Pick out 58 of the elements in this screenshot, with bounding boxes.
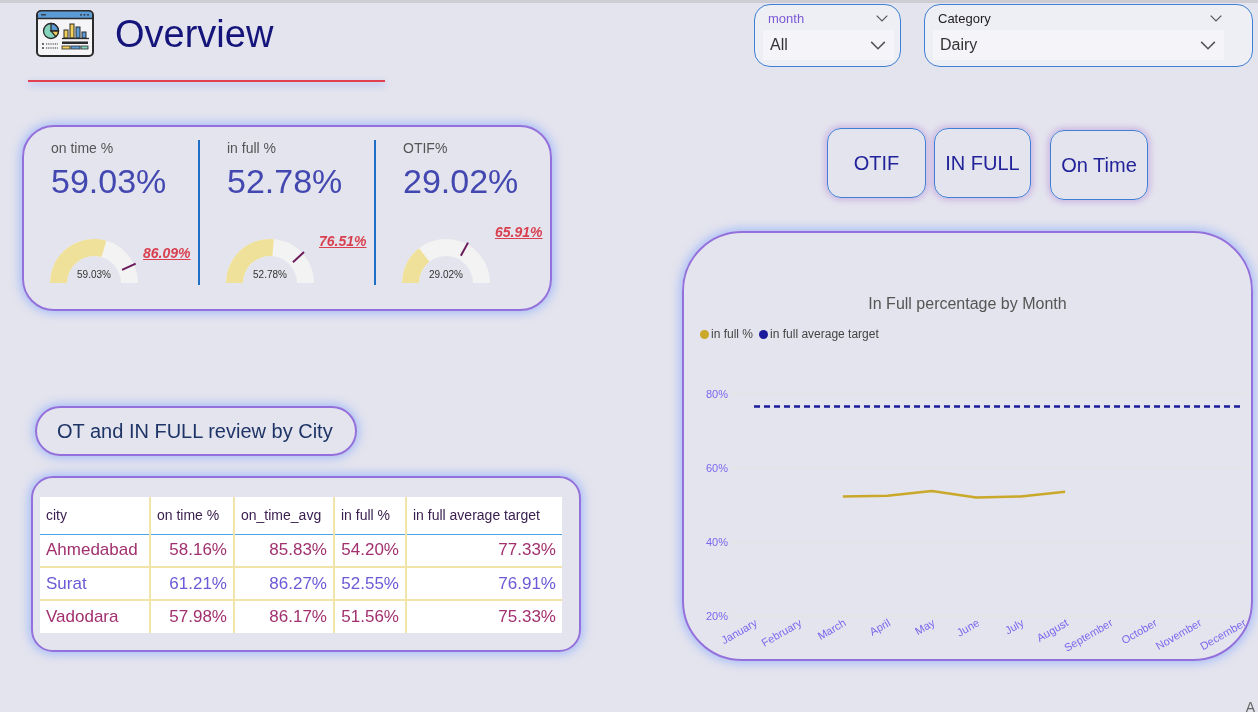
gauge-value: 29.02% — [429, 269, 463, 281]
y-axis-label: 20% — [705, 610, 728, 622]
table-cell: 58.16% — [150, 534, 234, 567]
table-cell: 61.21% — [150, 567, 234, 600]
table-cell: 85.83% — [234, 534, 334, 567]
dropdown[interactable]: All — [763, 30, 894, 60]
table-cell: 86.27% — [234, 567, 334, 600]
x-axis-label: May — [912, 616, 937, 638]
table-cell: 75.33% — [406, 600, 562, 633]
kpi-value: 29.02% — [403, 161, 519, 201]
table-cell: Ahmedabad — [40, 534, 150, 567]
table-cell: Vadodara — [40, 600, 150, 633]
legend-label: in full average target — [770, 327, 879, 341]
column-header: in full average target — [406, 497, 562, 534]
chevron-down-icon — [1200, 40, 1216, 50]
table-cell: 52.55% — [334, 567, 406, 600]
target-value: 65.91% — [495, 223, 543, 241]
table-cell: 57.98% — [150, 600, 234, 633]
slicer-label: month — [768, 10, 805, 27]
kpi-value: 52.78% — [227, 161, 343, 201]
target-value: 86.09% — [143, 244, 191, 262]
kpi-value: 59.03% — [51, 161, 167, 201]
kpi-label: on time % — [51, 140, 114, 157]
toggle-button[interactable]: On Time — [1050, 130, 1148, 200]
gauge-value: 52.78% — [253, 269, 287, 281]
column-header: on time % — [150, 497, 234, 534]
column-header: on_time_avg — [234, 497, 334, 534]
kpi-label: in full % — [227, 140, 277, 157]
y-axis-label: 60% — [705, 462, 728, 474]
page-title: Overview — [115, 11, 274, 57]
target-value: 76.51% — [319, 233, 367, 251]
column-header: city — [40, 497, 150, 534]
gauge-value: 59.03% — [77, 269, 111, 281]
table-cell: 54.20% — [334, 534, 406, 567]
y-axis-label: 40% — [705, 536, 728, 548]
legend-label: in full % — [711, 327, 754, 341]
x-axis-label: June — [954, 616, 982, 639]
dashboard-icon — [36, 10, 94, 57]
table-cell: Surat — [40, 567, 150, 600]
table-cell: 51.56% — [334, 600, 406, 633]
chevron-down-icon — [870, 40, 886, 50]
table-cell: 77.33% — [406, 534, 562, 567]
chevron-down-icon[interactable] — [1210, 15, 1222, 22]
dropdown[interactable]: Dairy — [933, 30, 1224, 60]
kpi-label: OTIF% — [403, 140, 448, 157]
section-title: OT and IN FULL review by City — [35, 406, 357, 456]
toggle-button[interactable]: OTIF — [827, 128, 926, 198]
table-cell: 86.17% — [234, 600, 334, 633]
corner-label: A — [1245, 699, 1255, 712]
chevron-down-icon[interactable] — [876, 15, 888, 22]
column-header: in full % — [334, 497, 406, 534]
y-axis-label: 80% — [705, 388, 728, 400]
slicer-label: Category — [938, 10, 991, 27]
x-axis-label: April — [867, 616, 893, 638]
x-axis-label: July — [1002, 616, 1026, 637]
chart-title: In Full percentage by Month — [868, 295, 1067, 313]
toggle-button[interactable]: IN FULL — [934, 128, 1031, 198]
table-cell: 76.91% — [406, 567, 562, 600]
